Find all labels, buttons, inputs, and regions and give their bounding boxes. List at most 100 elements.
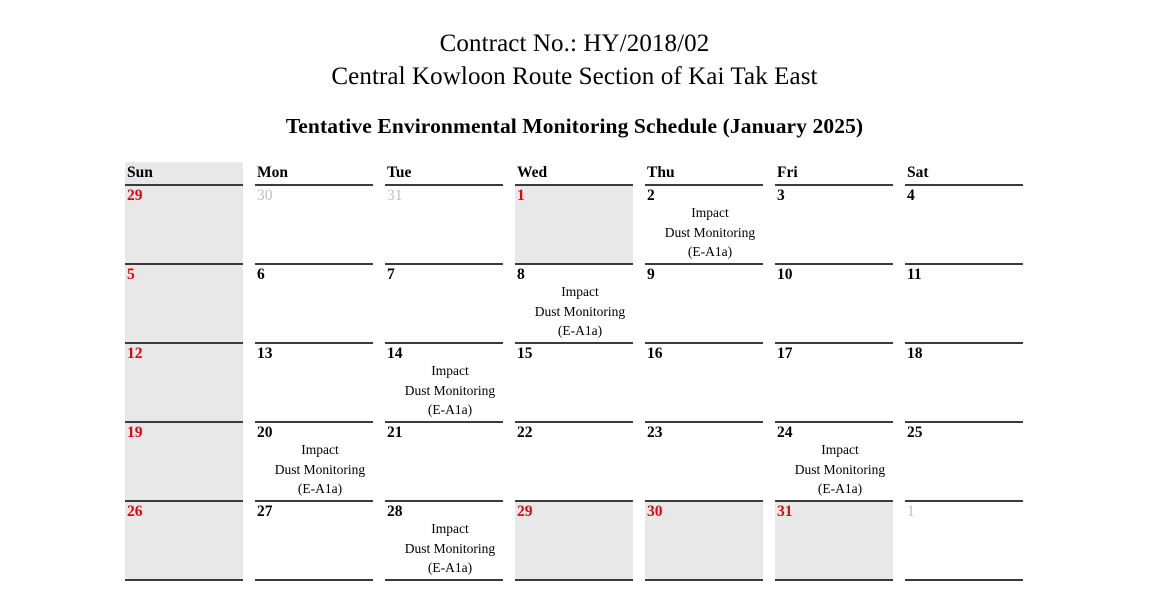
- calendar-day-cell[interactable]: 30: [255, 186, 373, 265]
- calendar-day-cell[interactable]: 12: [125, 344, 243, 423]
- day-number: 30: [257, 187, 273, 204]
- calendar-day-cell[interactable]: 1: [515, 186, 633, 265]
- event-line: (E-A1a): [557, 323, 603, 338]
- day-number: 13: [257, 345, 273, 362]
- calendar-cell-wrapper: 18: [905, 344, 1023, 423]
- calendar-cell-wrapper: 7: [385, 265, 503, 344]
- day-number: 5: [127, 266, 135, 283]
- calendar-day-cell[interactable]: 8 Impact Dust Monitoring (E-A1a): [515, 265, 633, 344]
- calendar-cell-wrapper: 31: [385, 186, 503, 265]
- calendar-day-cell[interactable]: 25: [905, 423, 1023, 502]
- calendar-day-cell[interactable]: 11: [905, 265, 1023, 344]
- monitoring-event-label: Impact Dust Monitoring (E-A1a): [645, 203, 763, 262]
- calendar-cell-wrapper: 3: [775, 186, 893, 265]
- calendar-column-fri: Fri: [775, 162, 893, 186]
- calendar-day-cell[interactable]: 22: [515, 423, 633, 502]
- event-line: Dust Monitoring: [794, 461, 886, 477]
- day-number: 19: [127, 424, 143, 441]
- event-line: (E-A1a): [817, 481, 863, 496]
- event-line: (E-A1a): [687, 244, 733, 259]
- calendar-day-cell[interactable]: 6: [255, 265, 373, 344]
- calendar-day-cell[interactable]: 18: [905, 344, 1023, 423]
- event-line: Impact: [431, 363, 469, 378]
- event-line: Dust Monitoring: [404, 540, 496, 556]
- calendar-cell-wrapper: 19: [125, 423, 243, 502]
- event-line: Impact: [691, 205, 729, 220]
- dayname-header-fri: Fri: [775, 162, 893, 186]
- dayname-header-wed: Wed: [515, 162, 633, 186]
- calendar-dayname-row: Sun Mon Tue Wed Thu Fri Sat: [125, 162, 1023, 186]
- document-header: Contract No.: HY/2018/02 Central Kowloon…: [0, 0, 1149, 140]
- calendar-day-cell[interactable]: 21: [385, 423, 503, 502]
- day-number: 21: [387, 424, 403, 441]
- calendar-cell-wrapper: 22: [515, 423, 633, 502]
- calendar-cell-wrapper: 1: [515, 186, 633, 265]
- day-number: 23: [647, 424, 663, 441]
- day-number: 26: [127, 503, 143, 520]
- event-line: Dust Monitoring: [534, 303, 626, 319]
- calendar-day-cell[interactable]: 28 Impact Dust Monitoring (E-A1a): [385, 502, 503, 581]
- calendar-day-cell[interactable]: 27: [255, 502, 373, 581]
- calendar-day-cell[interactable]: 29: [125, 186, 243, 265]
- calendar-day-cell[interactable]: 7: [385, 265, 503, 344]
- day-number: 1: [517, 187, 525, 204]
- calendar-day-cell[interactable]: 31: [385, 186, 503, 265]
- calendar-week-row: 29 30 31 1 2 Impact Dust Monitoring (E-A1a) 3 4: [125, 186, 1023, 265]
- calendar-day-cell[interactable]: 17: [775, 344, 893, 423]
- calendar-day-cell[interactable]: 10: [775, 265, 893, 344]
- calendar-cell-wrapper: 13: [255, 344, 373, 423]
- calendar-day-cell[interactable]: 31: [775, 502, 893, 581]
- day-number: 6: [257, 266, 265, 283]
- calendar-day-cell[interactable]: 29: [515, 502, 633, 581]
- event-line: Impact: [301, 442, 339, 457]
- calendar-cell-wrapper: 20 Impact Dust Monitoring (E-A1a): [255, 423, 373, 502]
- calendar-cell-wrapper: 24 Impact Dust Monitoring (E-A1a): [775, 423, 893, 502]
- calendar-cell-wrapper: 30: [255, 186, 373, 265]
- dayname-header-thu: Thu: [645, 162, 763, 186]
- day-number: 7: [387, 266, 395, 283]
- monitoring-event-label: Impact Dust Monitoring (E-A1a): [515, 282, 633, 341]
- calendar-cell-wrapper: 9: [645, 265, 763, 344]
- calendar-cell-wrapper: 11: [905, 265, 1023, 344]
- calendar-day-cell[interactable]: 24 Impact Dust Monitoring (E-A1a): [775, 423, 893, 502]
- day-number: 3: [777, 187, 785, 204]
- calendar-day-cell[interactable]: 4: [905, 186, 1023, 265]
- calendar-cell-wrapper: 28 Impact Dust Monitoring (E-A1a): [385, 502, 503, 581]
- calendar-column-mon: Mon: [255, 162, 373, 186]
- calendar-day-cell[interactable]: 23: [645, 423, 763, 502]
- project-name: Central Kowloon Route Section of Kai Tak…: [331, 63, 818, 90]
- day-number: 16: [647, 345, 663, 362]
- calendar-column-sun: Sun: [125, 162, 243, 186]
- calendar-day-cell[interactable]: 5: [125, 265, 243, 344]
- calendar-day-cell[interactable]: 3: [775, 186, 893, 265]
- day-number: 25: [907, 424, 923, 441]
- monitoring-event-label: Impact Dust Monitoring (E-A1a): [775, 440, 893, 499]
- calendar-week-row: 19 20 Impact Dust Monitoring (E-A1a) 21 22 23 24…: [125, 423, 1023, 502]
- calendar-day-cell[interactable]: 14 Impact Dust Monitoring (E-A1a): [385, 344, 503, 423]
- calendar-day-cell[interactable]: 15: [515, 344, 633, 423]
- page-title: Tentative Environmental Monitoring Sched…: [285, 114, 864, 138]
- calendar-column-wed: Wed: [515, 162, 633, 186]
- calendar-day-cell[interactable]: 30: [645, 502, 763, 581]
- calendar-day-cell[interactable]: 19: [125, 423, 243, 502]
- event-line: Impact: [431, 521, 469, 536]
- day-number: 1: [907, 503, 915, 520]
- calendar-column-tue: Tue: [385, 162, 503, 186]
- calendar-day-cell[interactable]: 20 Impact Dust Monitoring (E-A1a): [255, 423, 373, 502]
- day-number: 18: [907, 345, 923, 362]
- day-number: 22: [517, 424, 533, 441]
- calendar-day-cell[interactable]: 16: [645, 344, 763, 423]
- event-line: Impact: [561, 284, 599, 299]
- calendar-cell-wrapper: 2 Impact Dust Monitoring (E-A1a): [645, 186, 763, 265]
- calendar-cell-wrapper: 25: [905, 423, 1023, 502]
- monitoring-event-label: Impact Dust Monitoring (E-A1a): [255, 440, 373, 499]
- monitoring-calendar: Sun Mon Tue Wed Thu Fri Sat 29 30 31 1 2 Impact Dust…: [125, 162, 1023, 581]
- calendar-day-cell[interactable]: 9: [645, 265, 763, 344]
- calendar-cell-wrapper: 29: [515, 502, 633, 581]
- calendar-day-cell[interactable]: 13: [255, 344, 373, 423]
- calendar-day-cell[interactable]: 1: [905, 502, 1023, 581]
- calendar-day-cell[interactable]: 2 Impact Dust Monitoring (E-A1a): [645, 186, 763, 265]
- day-number: 10: [777, 266, 793, 283]
- calendar-day-cell[interactable]: 26: [125, 502, 243, 581]
- monitoring-event-label: Impact Dust Monitoring (E-A1a): [385, 361, 503, 420]
